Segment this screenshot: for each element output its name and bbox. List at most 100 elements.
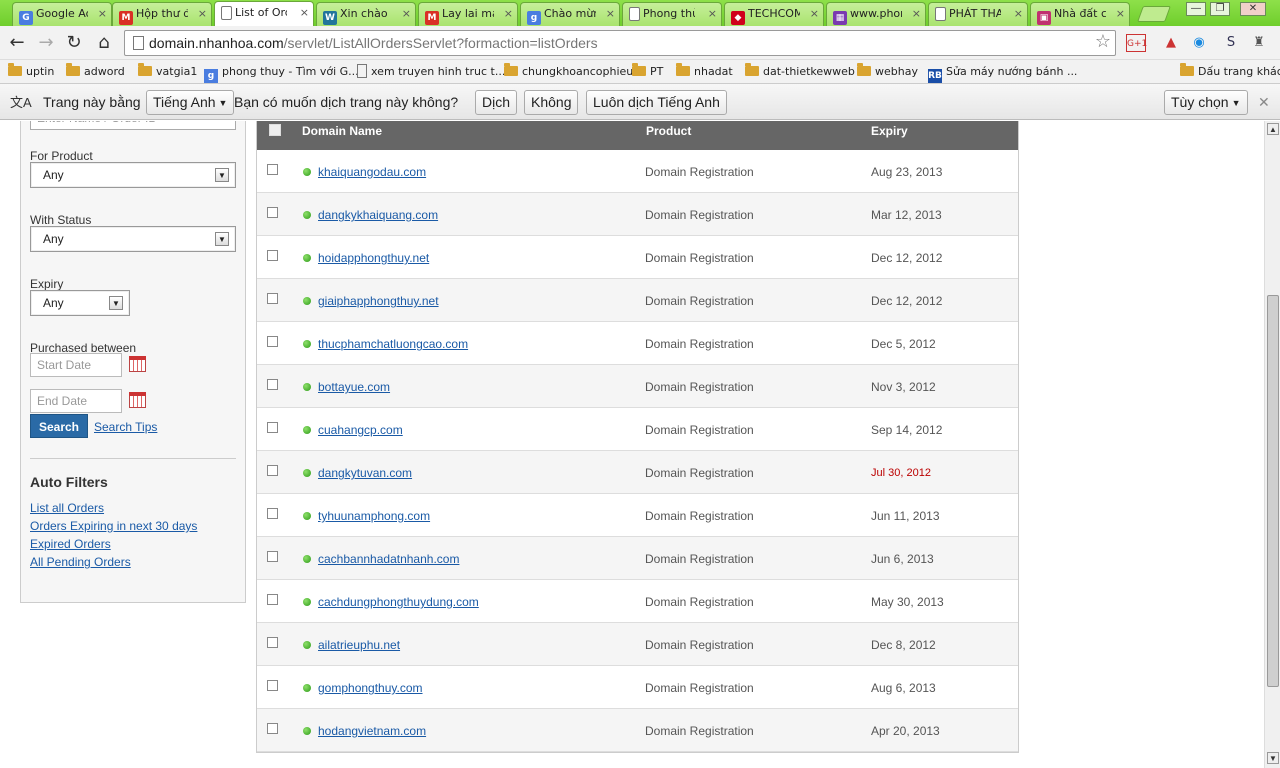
name-order-search-input[interactable]: Enter Name / Order ID	[30, 121, 236, 130]
domain-link[interactable]: cachdungphongthuydung.com	[318, 595, 479, 609]
google-plus-one-icon[interactable]: G+1	[1126, 34, 1147, 52]
row-checkbox[interactable]	[267, 293, 278, 304]
scroll-down-arrow-icon[interactable]: ▼	[1267, 752, 1279, 764]
select-all-checkbox[interactable]	[269, 124, 281, 136]
domain-link[interactable]: bottayue.com	[318, 380, 390, 394]
back-button[interactable]: ←	[6, 32, 28, 54]
domain-link[interactable]: thucphamchatluongcao.com	[318, 337, 468, 351]
product-select[interactable]: Any ▼	[30, 162, 236, 188]
forward-button[interactable]: →	[35, 32, 57, 54]
close-tab-icon[interactable]: ×	[1014, 7, 1023, 20]
list-all-orders-link[interactable]: List all Orders	[30, 501, 104, 515]
home-button[interactable]: ⌂	[93, 32, 115, 54]
row-checkbox[interactable]	[267, 164, 278, 175]
tab-3[interactable]: WXin chào Pl ×	[316, 2, 416, 26]
skype-icon[interactable]: ◉	[1190, 34, 1208, 52]
row-checkbox[interactable]	[267, 551, 278, 562]
tab-4[interactable]: MLay lai mat ×	[418, 2, 518, 26]
translate-options-button[interactable]: Tùy chọn ▼	[1164, 90, 1248, 115]
tab-7[interactable]: ◆TECHCOME ×	[724, 2, 824, 26]
bookmark-star-icon[interactable]: ☆	[1095, 31, 1111, 52]
bookmark-11[interactable]: Dấu trang khác	[1180, 63, 1280, 81]
close-tab-icon[interactable]: ×	[912, 7, 921, 20]
tab-10[interactable]: ▣Nhà đất ch ×	[1030, 2, 1130, 26]
tab-2[interactable]: List of Orde ×	[214, 1, 314, 26]
bookmark-8[interactable]: dat-thietkewweb	[745, 63, 855, 81]
domain-link[interactable]: ailatrieuphu.net	[318, 638, 400, 652]
expiry-select[interactable]: Any ▼	[30, 290, 130, 316]
row-checkbox[interactable]	[267, 379, 278, 390]
row-checkbox[interactable]	[267, 207, 278, 218]
row-checkbox[interactable]	[267, 680, 278, 691]
row-checkbox[interactable]	[267, 465, 278, 476]
source-language-select[interactable]: Tiếng Anh ▼	[146, 90, 235, 115]
tab-0[interactable]: GGoogle Adw ×	[12, 2, 112, 26]
expired-orders-link[interactable]: Expired Orders	[30, 537, 111, 551]
calendar-icon[interactable]	[129, 392, 146, 408]
domain-link[interactable]: cachbannhadatnhanh.com	[318, 552, 459, 566]
domain-link[interactable]: tyhuunamphong.com	[318, 509, 430, 523]
column-header-domain[interactable]: Domain Name	[302, 124, 382, 138]
orders-expiring-link[interactable]: Orders Expiring in next 30 days	[30, 519, 197, 533]
bookmark-2[interactable]: vatgia1	[138, 63, 197, 81]
pending-orders-link[interactable]: All Pending Orders	[30, 555, 131, 569]
alert-icon[interactable]: ▲	[1162, 34, 1180, 52]
bookmark-1[interactable]: adword	[66, 63, 125, 81]
row-checkbox[interactable]	[267, 594, 278, 605]
always-translate-button[interactable]: Luôn dịch Tiếng Anh	[586, 90, 727, 115]
wrench-icon[interactable]: ♜	[1250, 34, 1268, 52]
close-tab-icon[interactable]: ×	[1116, 7, 1125, 20]
search-tips-link[interactable]: Search Tips	[94, 420, 157, 434]
column-header-product[interactable]: Product	[646, 124, 691, 138]
domain-link[interactable]: hodangvietnam.com	[318, 724, 426, 738]
close-tab-icon[interactable]: ×	[606, 7, 615, 20]
bookmark-6[interactable]: PT	[632, 63, 663, 81]
row-checkbox[interactable]	[267, 637, 278, 648]
close-infobar-icon[interactable]: ✕	[1258, 94, 1270, 111]
row-checkbox[interactable]	[267, 508, 278, 519]
tab-8[interactable]: ▦ www.phon ×	[826, 2, 926, 26]
bookmark-4[interactable]: xem truyen hinh truc t...	[357, 63, 505, 81]
extension-icon[interactable]: S	[1222, 34, 1240, 52]
close-tab-icon[interactable]: ×	[504, 7, 513, 20]
domain-link[interactable]: giaiphapphongthuy.net	[318, 294, 439, 308]
domain-link[interactable]: hoidapphongthuy.net	[318, 251, 429, 265]
close-tab-icon[interactable]: ×	[402, 7, 411, 20]
domain-link[interactable]: dangkytuvan.com	[318, 466, 412, 480]
new-tab-button[interactable]	[1137, 6, 1171, 22]
reload-button[interactable]: ↻	[63, 32, 85, 54]
minimize-button[interactable]: —	[1186, 2, 1206, 16]
close-tab-icon[interactable]: ×	[708, 7, 717, 20]
tab-5[interactable]: gChào mừng ×	[520, 2, 620, 26]
close-tab-icon[interactable]: ×	[810, 7, 819, 20]
address-bar[interactable]: domain.nhanhoa.com/servlet/ListAllOrders…	[124, 30, 1116, 56]
row-checkbox[interactable]	[267, 250, 278, 261]
scrollbar-thumb[interactable]	[1267, 295, 1279, 687]
search-button[interactable]: Search	[30, 414, 88, 438]
close-tab-icon[interactable]: ×	[198, 7, 207, 20]
no-translate-button[interactable]: Không	[524, 90, 579, 115]
bookmark-9[interactable]: webhay	[857, 63, 918, 81]
bookmark-0[interactable]: uptin	[8, 63, 54, 81]
end-date-input[interactable]: End Date	[30, 389, 122, 413]
domain-link[interactable]: gomphongthuy.com	[318, 681, 423, 695]
translate-button[interactable]: Dịch	[475, 90, 518, 115]
maximize-button[interactable]: ❐	[1210, 2, 1230, 16]
bookmark-7[interactable]: nhadat	[676, 63, 733, 81]
scroll-up-arrow-icon[interactable]: ▲	[1267, 123, 1279, 135]
start-date-input[interactable]: Start Date	[30, 353, 122, 377]
tab-1[interactable]: MHộp thư đế ×	[112, 2, 212, 26]
bookmark-3[interactable]: g phong thuy - Tìm với G...	[204, 63, 359, 83]
tab-9[interactable]: PHÁT THAN ×	[928, 2, 1028, 26]
calendar-icon[interactable]	[129, 356, 146, 372]
bookmark-10[interactable]: RB Sửa máy nướng bánh ...	[928, 63, 1077, 83]
domain-link[interactable]: khaiquangodau.com	[318, 165, 426, 179]
tab-6[interactable]: Phong thủy ×	[622, 2, 722, 26]
close-tab-icon[interactable]: ×	[98, 7, 107, 20]
status-select[interactable]: Any ▼	[30, 226, 236, 252]
page-scrollbar[interactable]: ▲ ▼	[1264, 121, 1280, 768]
domain-link[interactable]: cuahangcp.com	[318, 423, 403, 437]
row-checkbox[interactable]	[267, 336, 278, 347]
domain-link[interactable]: dangkykhaiquang.com	[318, 208, 438, 222]
row-checkbox[interactable]	[267, 723, 278, 734]
